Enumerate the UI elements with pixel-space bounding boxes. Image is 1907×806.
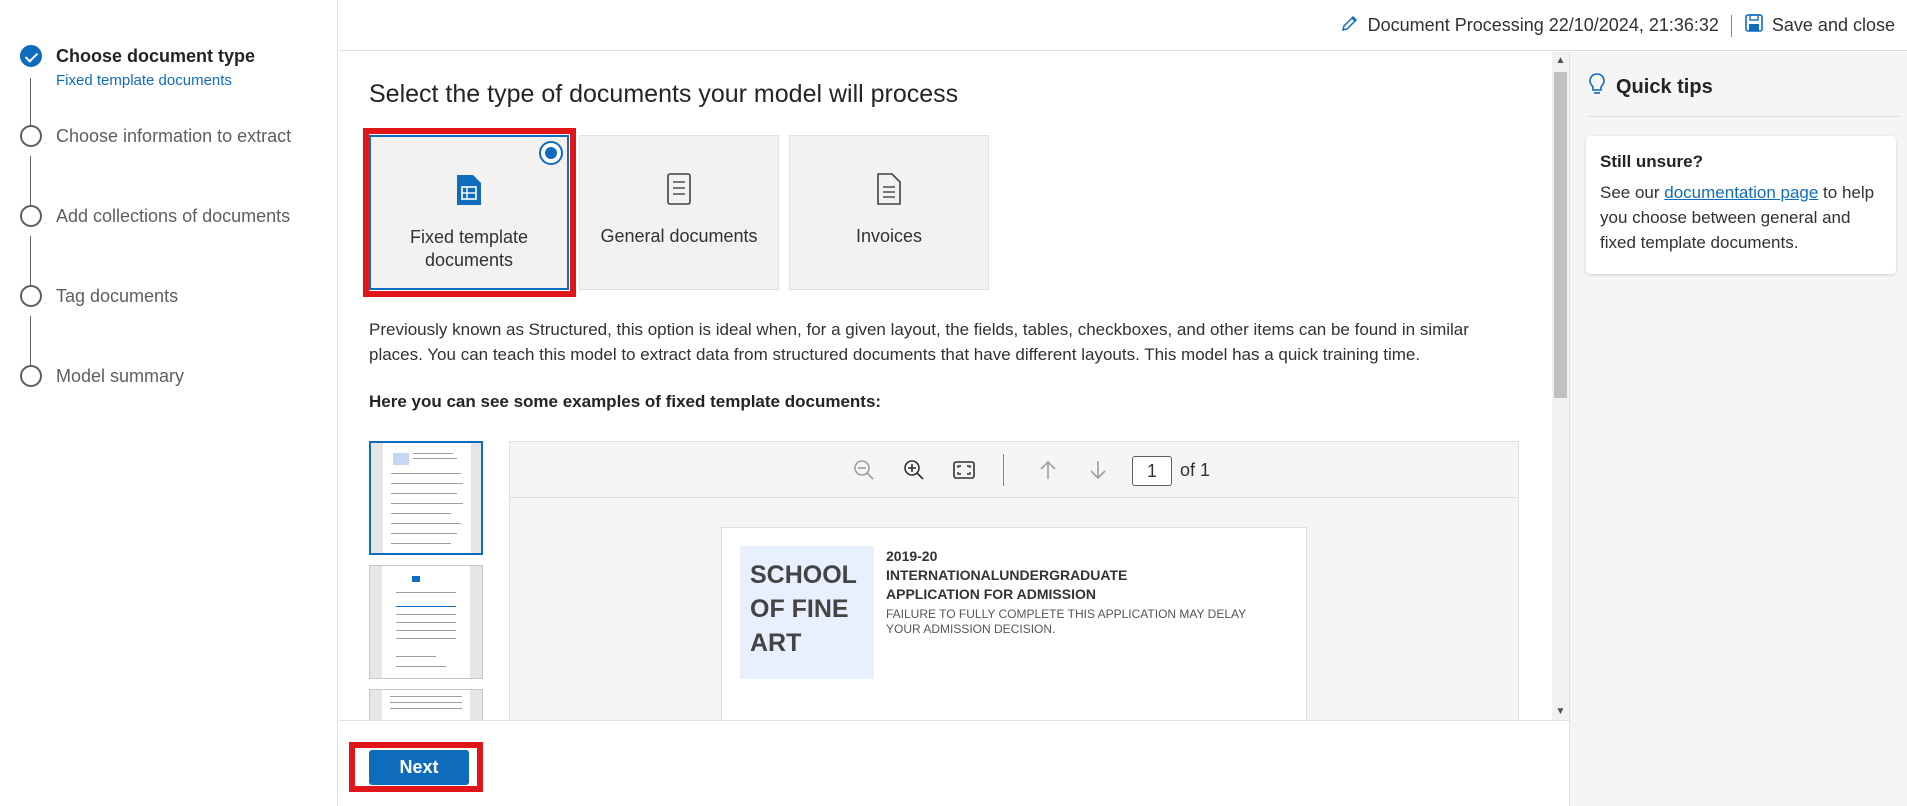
zoom-out-icon[interactable] xyxy=(850,456,878,484)
arrow-down-icon[interactable] xyxy=(1084,456,1112,484)
step-connector xyxy=(30,316,31,370)
tip-card: Still unsure? See our documentation page… xyxy=(1586,136,1896,274)
pencil-icon[interactable] xyxy=(1340,13,1368,38)
school-logo: SCHOOL OF FINE ART xyxy=(740,546,874,679)
steps-panel: Choose document type Fixed template docu… xyxy=(0,0,338,806)
documentation-link[interactable]: documentation page xyxy=(1664,183,1818,202)
arrow-up-icon[interactable] xyxy=(1034,456,1062,484)
save-icon[interactable] xyxy=(1744,13,1772,38)
step-label: Tag documents xyxy=(56,286,179,306)
page-number-input[interactable]: 1 xyxy=(1132,456,1172,486)
page-count: of 1 xyxy=(1180,460,1211,480)
step-connector xyxy=(30,78,31,132)
toolbar-divider xyxy=(1003,454,1004,486)
invoice-icon xyxy=(876,172,902,211)
step-sublabel: Fixed template documents xyxy=(56,72,232,89)
tip-body: See our documentation page to help you c… xyxy=(1600,183,1875,252)
scroll-down-icon[interactable]: ▼ xyxy=(1552,703,1569,720)
step-label: Choose information to extract xyxy=(56,126,292,146)
step-connector xyxy=(30,156,31,210)
scrollbar-thumb[interactable] xyxy=(1554,72,1567,398)
zoom-in-icon[interactable] xyxy=(900,456,928,484)
step-connector xyxy=(30,236,31,290)
step-label: Model summary xyxy=(56,366,185,386)
description-text: Previously known as Structured, this opt… xyxy=(369,320,1469,364)
example-thumbnail-2[interactable] xyxy=(369,565,483,679)
card-invoices[interactable]: Invoices xyxy=(789,135,989,290)
table-document-icon xyxy=(455,173,483,212)
divider xyxy=(1588,116,1900,117)
doc-year: 2019-20 xyxy=(886,548,938,564)
doc-note: FAILURE TO FULLY COMPLETE THIS APPLICATI… xyxy=(886,607,1246,636)
document-title[interactable]: Document Processing 22/10/2024, 21:36:32 xyxy=(1368,15,1719,36)
example-thumbnail-3[interactable] xyxy=(369,689,483,720)
card-general-documents[interactable]: General documents xyxy=(579,135,779,290)
page-title: Select the type of documents your model … xyxy=(369,80,959,108)
footer: Next xyxy=(339,720,1569,806)
step-circle-icon xyxy=(20,285,42,307)
main-content: Select the type of documents your model … xyxy=(339,52,1552,720)
viewer-toolbar: 1 of 1 xyxy=(510,442,1518,498)
tips-title: Quick tips xyxy=(1616,75,1713,98)
next-button[interactable]: Next xyxy=(369,750,469,785)
lightbulb-icon xyxy=(1588,72,1616,102)
card-label: Fixed template documents xyxy=(409,227,529,270)
app-window: Choose document type Fixed template docu… xyxy=(0,0,1907,806)
step-label: Choose document type xyxy=(56,46,256,66)
radio-selected-icon xyxy=(539,141,563,165)
checkmark-icon xyxy=(20,45,42,67)
quick-tips-panel: Quick tips Still unsure? See our documen… xyxy=(1569,52,1907,806)
divider xyxy=(1730,14,1732,37)
document-preview: SCHOOL OF FINE ART 2019-20 INTERNATIONAL… xyxy=(721,527,1307,720)
save-and-close-button[interactable]: Save and close xyxy=(1772,15,1895,36)
top-bar: Document Processing 22/10/2024, 21:36:32… xyxy=(339,0,1907,51)
step-label: Add collections of documents xyxy=(56,206,291,226)
main-scrollbar[interactable]: ▲ ▼ xyxy=(1552,52,1569,720)
card-label: Invoices xyxy=(855,226,923,246)
document-lines-icon xyxy=(666,172,692,211)
fit-to-page-icon[interactable] xyxy=(950,456,978,484)
step-circle-icon xyxy=(20,125,42,147)
step-circle-icon xyxy=(20,365,42,387)
scroll-up-icon[interactable]: ▲ xyxy=(1552,52,1569,69)
step-circle-icon xyxy=(20,205,42,227)
doc-title-line2: APPLICATION FOR ADMISSION xyxy=(886,586,1096,602)
example-thumbnail-1[interactable] xyxy=(369,441,483,555)
card-fixed-template[interactable]: Fixed template documents xyxy=(369,135,569,290)
card-label: General documents xyxy=(600,226,758,246)
doc-title-line1: INTERNATIONALUNDERGRADUATE xyxy=(886,567,1128,583)
tip-heading: Still unsure? xyxy=(1600,152,1703,171)
document-viewer: 1 of 1 SCHOOL OF FINE ART 2019-20 INTERN… xyxy=(509,441,1519,720)
examples-heading: Here you can see some examples of fixed … xyxy=(369,392,882,411)
